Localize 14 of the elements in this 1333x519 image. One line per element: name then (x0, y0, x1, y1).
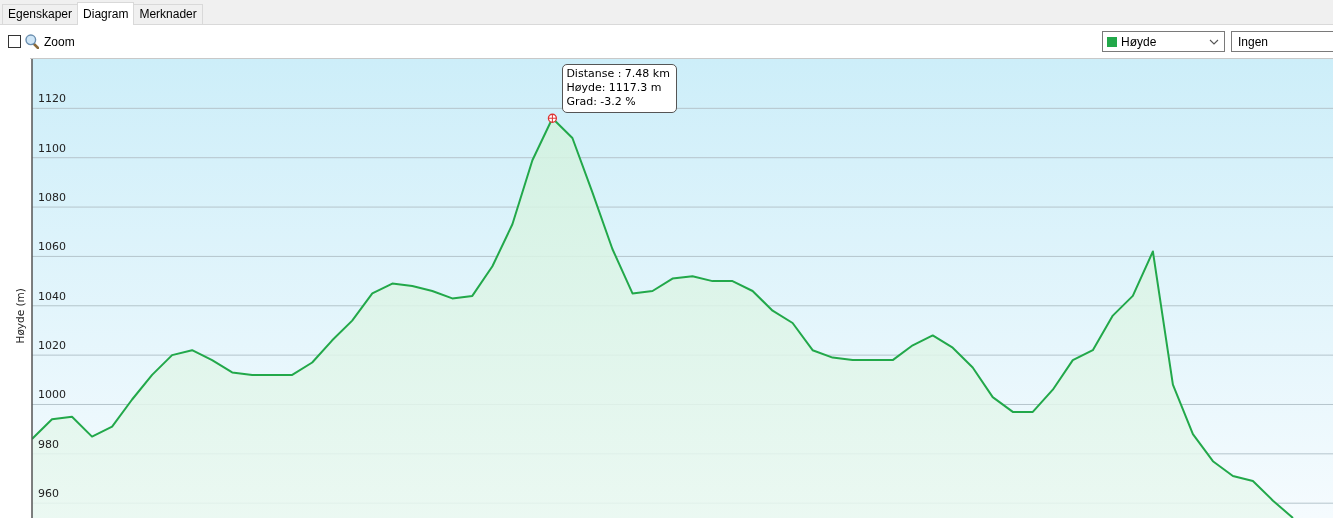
tab[interactable]: Merknader (133, 4, 203, 24)
zoom-checkbox[interactable] (8, 35, 21, 48)
tooltip-line: Grad: -3.2 % (566, 95, 637, 110)
tab[interactable]: Egenskaper (2, 4, 79, 24)
dropdown[interactable]: Ingen (1231, 31, 1333, 52)
y-axis-label: Høyde (m) (14, 288, 26, 344)
tab[interactable]: Diagram (77, 2, 135, 25)
chevron-down-icon (1209, 38, 1219, 45)
series-dropdown[interactable]: Høyde (1102, 31, 1225, 52)
tooltip-line: Distanse : 7.48 km (566, 67, 670, 82)
y-tick-label: 1120 (38, 92, 66, 106)
magnifier-icon (25, 34, 39, 49)
zoom-label: Zoom (44, 34, 75, 49)
tooltip-line: Høyde: 1117.3 m (566, 81, 663, 96)
